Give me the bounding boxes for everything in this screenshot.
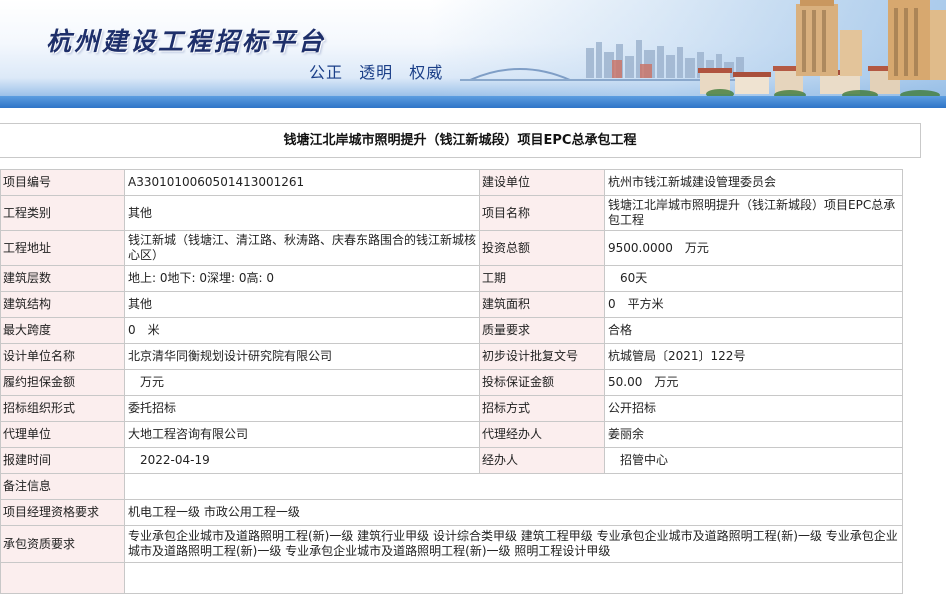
field-label: 工程类别	[0, 195, 125, 231]
pm-qualification-value: 机电工程一级 市政公用工程一级	[124, 499, 903, 526]
table-row: 设计单位名称 北京清华同衡规划设计研究院有限公司 初步设计批复文号 杭城管局〔2…	[0, 343, 903, 370]
field-value: 0 米	[124, 317, 480, 344]
field-label: 建设单位	[479, 169, 605, 196]
field-value: 钱塘江北岸城市照明提升（钱江新城段）项目EPC总承包工程	[604, 195, 903, 231]
site-title: 杭州建设工程招标平台	[46, 27, 327, 56]
table-row: 履约担保金额 万元 投标保证金额 50.00 万元	[0, 369, 903, 396]
slogan-fair: 公正	[309, 63, 344, 82]
site-slogan: 公正 透明 权威	[309, 59, 453, 83]
field-value: 招管中心	[604, 447, 903, 474]
field-label: 建筑面积	[479, 291, 605, 318]
field-label: 项目编号	[0, 169, 125, 196]
field-value: 万元	[124, 369, 480, 396]
table-row: 建筑层数 地上: 0地下: 0深埋: 0高: 0 工期 60天	[0, 265, 903, 292]
pm-qualification-label: 项目经理资格要求	[0, 499, 125, 526]
field-label: 招标组织形式	[0, 395, 125, 422]
slogan-authority: 权威	[409, 63, 444, 82]
field-value: 50.00 万元	[604, 369, 903, 396]
table-row: 项目经理资格要求 机电工程一级 市政公用工程一级	[0, 499, 903, 526]
remarks-label: 备注信息	[0, 473, 125, 500]
slogan-transparent: 透明	[359, 63, 394, 82]
field-value: 合格	[604, 317, 903, 344]
field-label: 报建时间	[0, 447, 125, 474]
field-label: 履约担保金额	[0, 369, 125, 396]
field-label: 最大跨度	[0, 317, 125, 344]
field-value: 北京清华同衡规划设计研究院有限公司	[124, 343, 480, 370]
field-value: 委托招标	[124, 395, 480, 422]
field-label: 工程地址	[0, 230, 125, 266]
field-value: 地上: 0地下: 0深埋: 0高: 0	[124, 265, 480, 292]
table-row: 项目编号 A3301010060501413001261 建设单位 杭州市钱江新…	[0, 169, 903, 196]
table-row: 代理单位 大地工程咨询有限公司 代理经办人 姜丽余	[0, 421, 903, 448]
field-value: 姜丽余	[604, 421, 903, 448]
field-value: 其他	[124, 291, 480, 318]
field-label: 设计单位名称	[0, 343, 125, 370]
field-value: 公开招标	[604, 395, 903, 422]
banner-water	[0, 96, 946, 108]
empty-cell	[124, 562, 903, 594]
contractor-qualification-value: 专业承包企业城市及道路照明工程(新)一级 建筑行业甲级 设计综合类甲级 建筑工程…	[124, 525, 903, 563]
header-banner: 杭州建设工程招标平台 公正 透明 权威	[0, 0, 946, 108]
table-row: 最大跨度 0 米 质量要求 合格	[0, 317, 903, 344]
field-label: 招标方式	[479, 395, 605, 422]
field-value: 其他	[124, 195, 480, 231]
field-label: 代理经办人	[479, 421, 605, 448]
table-row: 承包资质要求 专业承包企业城市及道路照明工程(新)一级 建筑行业甲级 设计综合类…	[0, 525, 903, 563]
remarks-value	[124, 473, 903, 500]
table-row: 建筑结构 其他 建筑面积 0 平方米	[0, 291, 903, 318]
project-detail: 钱塘江北岸城市照明提升（钱江新城段）项目EPC总承包工程 项目编号 A33010…	[0, 123, 921, 594]
field-value: 2022-04-19	[124, 447, 480, 474]
table-row	[0, 562, 903, 594]
field-value: A3301010060501413001261	[124, 169, 480, 196]
field-label: 初步设计批复文号	[479, 343, 605, 370]
field-value: 60天	[604, 265, 903, 292]
field-label: 投资总额	[479, 230, 605, 266]
field-value: 杭城管局〔2021〕122号	[604, 343, 903, 370]
field-value: 杭州市钱江新城建设管理委员会	[604, 169, 903, 196]
field-label: 投标保证金额	[479, 369, 605, 396]
table-row: 招标组织形式 委托招标 招标方式 公开招标	[0, 395, 903, 422]
table-row: 报建时间 2022-04-19 经办人 招管中心	[0, 447, 903, 474]
field-label: 建筑结构	[0, 291, 125, 318]
field-value: 钱江新城（钱塘江、清江路、秋涛路、庆春东路围合的钱江新城核心区）	[124, 230, 480, 266]
table-row: 工程类别 其他 项目名称 钱塘江北岸城市照明提升（钱江新城段）项目EPC总承包工…	[0, 195, 903, 231]
contractor-qualification-label: 承包资质要求	[0, 525, 125, 563]
field-label: 经办人	[479, 447, 605, 474]
table-row: 备注信息	[0, 473, 903, 500]
field-label: 质量要求	[479, 317, 605, 344]
table-row: 工程地址 钱江新城（钱塘江、清江路、秋涛路、庆春东路围合的钱江新城核心区） 投资…	[0, 230, 903, 266]
project-title: 钱塘江北岸城市照明提升（钱江新城段）项目EPC总承包工程	[0, 123, 921, 158]
project-info-table: 项目编号 A3301010060501413001261 建设单位 杭州市钱江新…	[0, 169, 903, 594]
field-value: 大地工程咨询有限公司	[124, 421, 480, 448]
field-value: 9500.0000 万元	[604, 230, 903, 266]
field-label: 代理单位	[0, 421, 125, 448]
field-label: 项目名称	[479, 195, 605, 231]
empty-cell	[0, 562, 125, 594]
field-value: 0 平方米	[604, 291, 903, 318]
field-label: 工期	[479, 265, 605, 292]
field-label: 建筑层数	[0, 265, 125, 292]
